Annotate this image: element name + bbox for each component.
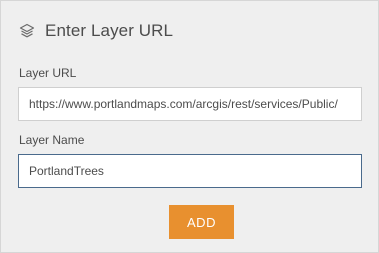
panel-title: Enter Layer URL	[45, 21, 174, 40]
layer-url-input[interactable]	[18, 87, 362, 121]
layer-name-label: Layer Name	[19, 133, 85, 147]
panel-header: Enter Layer URL	[18, 19, 173, 43]
add-layer-panel: Enter Layer URL Layer URL Layer Name ADD	[0, 0, 379, 253]
layers-icon	[18, 22, 36, 40]
add-button[interactable]: ADD	[169, 205, 234, 239]
layer-name-input[interactable]	[18, 154, 362, 188]
layer-url-label: Layer URL	[19, 66, 77, 80]
